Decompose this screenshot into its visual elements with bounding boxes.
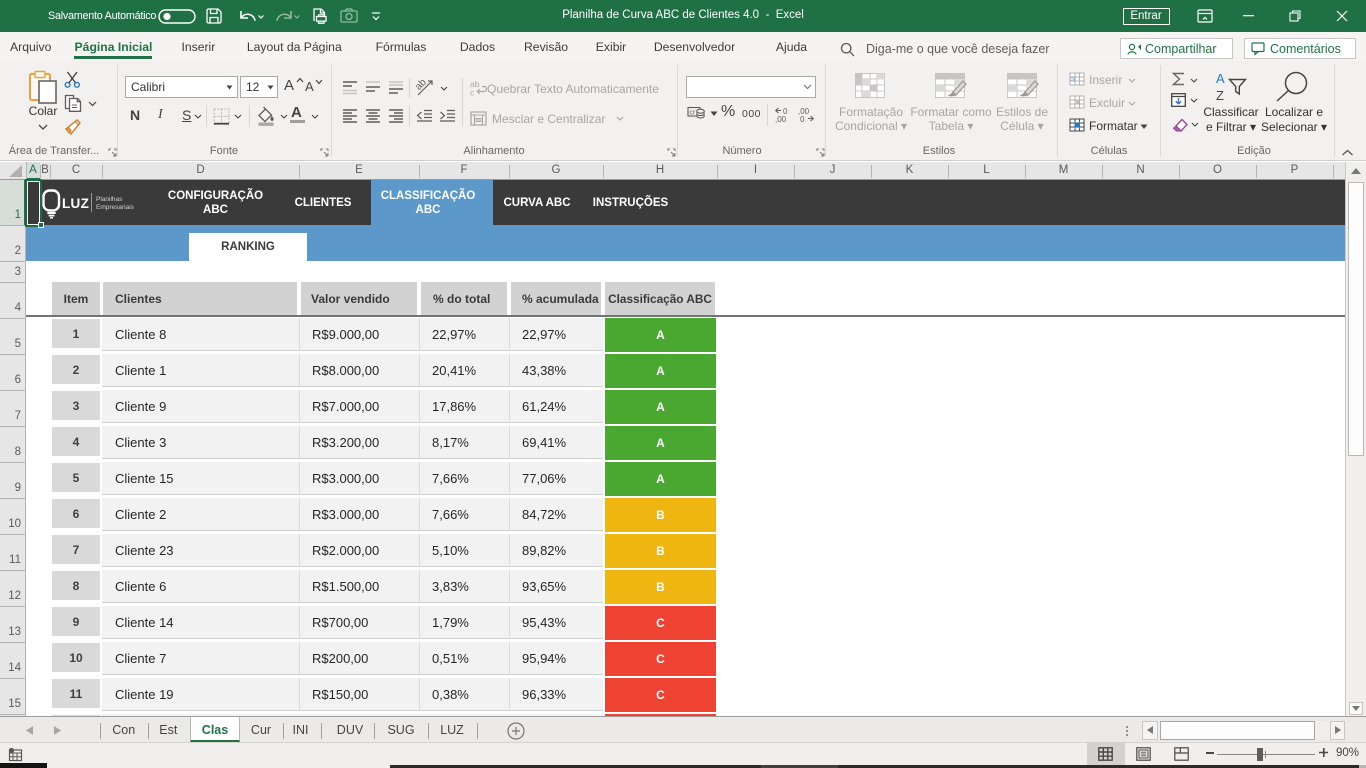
svg-text:0: 0 xyxy=(800,115,805,124)
svg-text:cr: cr xyxy=(690,110,697,117)
svg-text:,00: ,00 xyxy=(775,115,787,124)
svg-text:A: A xyxy=(1216,71,1225,86)
svg-text:Z: Z xyxy=(1216,88,1224,103)
svg-text:ab: ab xyxy=(413,77,429,93)
